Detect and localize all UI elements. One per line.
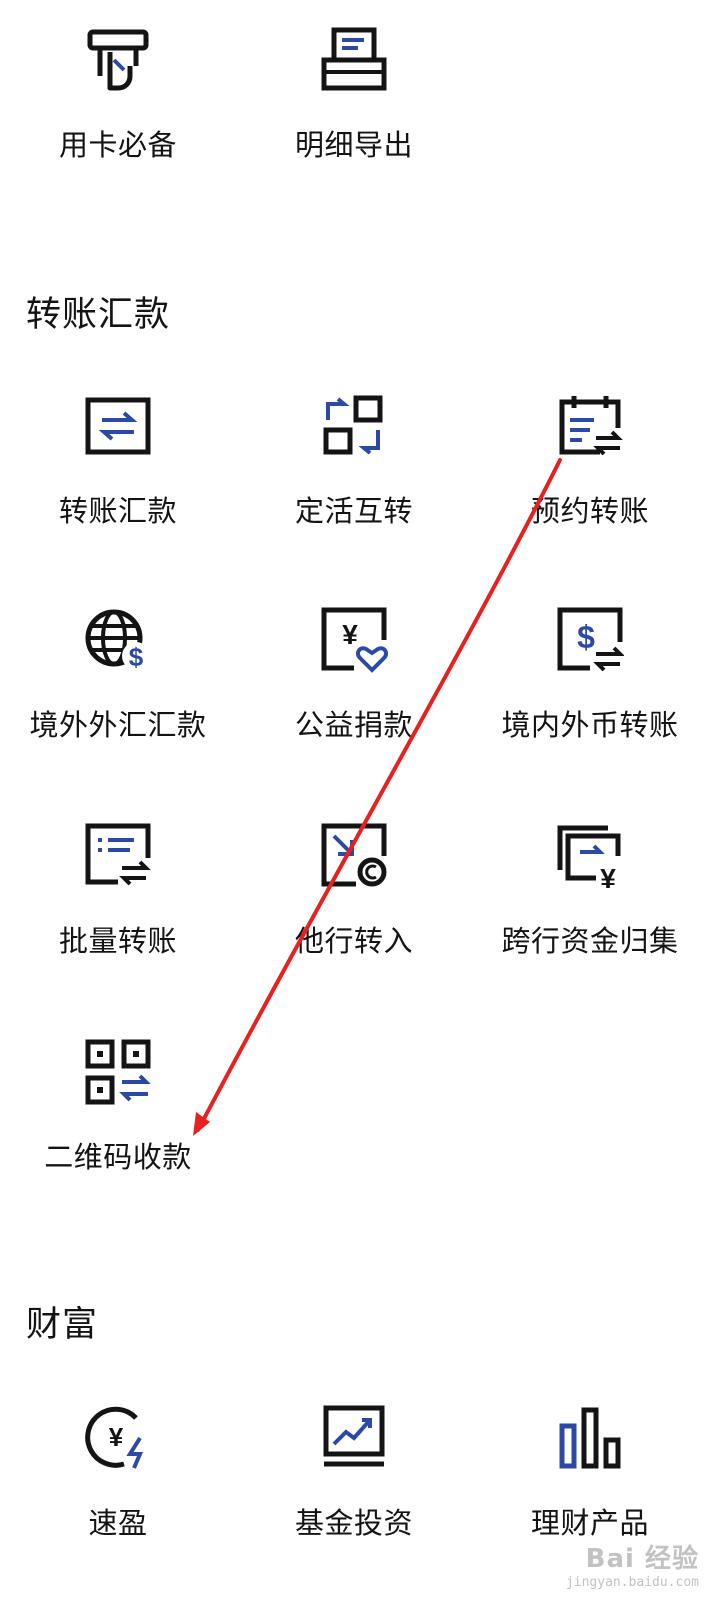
tile-fixed-current-swap[interactable]: 定活互转 <box>236 392 472 562</box>
tile-scheduled-transfer[interactable]: 预约转账 <box>472 392 708 562</box>
svg-text:¥: ¥ <box>342 619 358 650</box>
watermark-url: jingyan.baidu.com <box>565 1575 699 1590</box>
svg-text:¥: ¥ <box>109 1422 124 1452</box>
tile-transfer[interactable]: 转账汇款 <box>0 392 236 562</box>
tile-export-statement[interactable]: 明细导出 <box>236 26 472 196</box>
annotation-arrow <box>193 458 562 1136</box>
svg-text:$: $ <box>129 642 144 672</box>
inbound-bank-icon <box>320 822 388 890</box>
tile-label: 用卡必备 <box>58 128 177 162</box>
tile-label: 公益捐款 <box>294 708 413 742</box>
transfer-arrows-icon <box>84 392 152 460</box>
card-hand-icon <box>84 26 152 94</box>
tile-charity-donation[interactable]: ¥ 公益捐款 <box>236 606 472 776</box>
yen-heart-icon: ¥ <box>320 606 388 674</box>
section-title-transfer: 转账汇款 <box>26 295 171 335</box>
chart-monitor-icon <box>320 1404 388 1472</box>
tile-batch-transfer[interactable]: 批量转账 <box>0 822 236 992</box>
qr-code-icon <box>84 1038 152 1106</box>
stacked-yen-icon: ¥ <box>556 822 624 890</box>
calendar-transfer-icon <box>556 392 624 460</box>
tile-other-bank-inbound[interactable]: 他行转入 <box>236 822 472 992</box>
tile-fund-investment[interactable]: 基金投资 <box>236 1404 472 1574</box>
dollar-transfer-icon: $ <box>556 606 624 674</box>
tile-qr-code-receive[interactable]: 二维码收款 <box>0 1038 236 1208</box>
list-transfer-icon <box>84 822 152 890</box>
watermark: Bai 经验 jingyan.baidu.com <box>566 1538 699 1590</box>
tile-label: 速盈 <box>88 1506 148 1540</box>
tile-label: 境外外汇汇款 <box>29 708 207 742</box>
globe-dollar-icon: $ <box>84 606 152 674</box>
tile-suying[interactable]: ¥ 速盈 <box>0 1404 236 1574</box>
section-title-wealth: 财富 <box>26 1305 99 1345</box>
tile-cross-bank-pooling[interactable]: ¥ 跨行资金归集 <box>472 822 708 992</box>
tile-label: 明细导出 <box>294 128 413 162</box>
tile-label: 二维码收款 <box>44 1140 192 1174</box>
tile-card-essentials[interactable]: 用卡必备 <box>0 26 236 196</box>
tile-overseas-remittance[interactable]: $ 境外外汇汇款 <box>0 606 236 776</box>
tile-label: 转账汇款 <box>58 494 177 528</box>
printer-icon <box>320 26 388 94</box>
svg-text:$: $ <box>577 619 595 655</box>
tile-label: 预约转账 <box>530 494 649 528</box>
tile-label: 基金投资 <box>294 1506 413 1540</box>
fixed-current-swap-icon <box>320 392 388 460</box>
tile-label: 跨行资金归集 <box>501 924 679 958</box>
tile-label: 批量转账 <box>58 924 177 958</box>
svg-text:¥: ¥ <box>600 863 616 890</box>
tile-label: 定活互转 <box>294 494 413 528</box>
tile-domestic-fx-transfer[interactable]: $ 境内外币转账 <box>472 606 708 776</box>
tile-label: 境内外币转账 <box>501 708 679 742</box>
tile-label: 他行转入 <box>294 924 413 958</box>
tile-label: 理财产品 <box>530 1506 649 1540</box>
bar-chart-icon <box>556 1404 624 1472</box>
yen-lightning-icon: ¥ <box>84 1404 152 1472</box>
watermark-logo: Bai 经验 <box>585 1544 699 1574</box>
